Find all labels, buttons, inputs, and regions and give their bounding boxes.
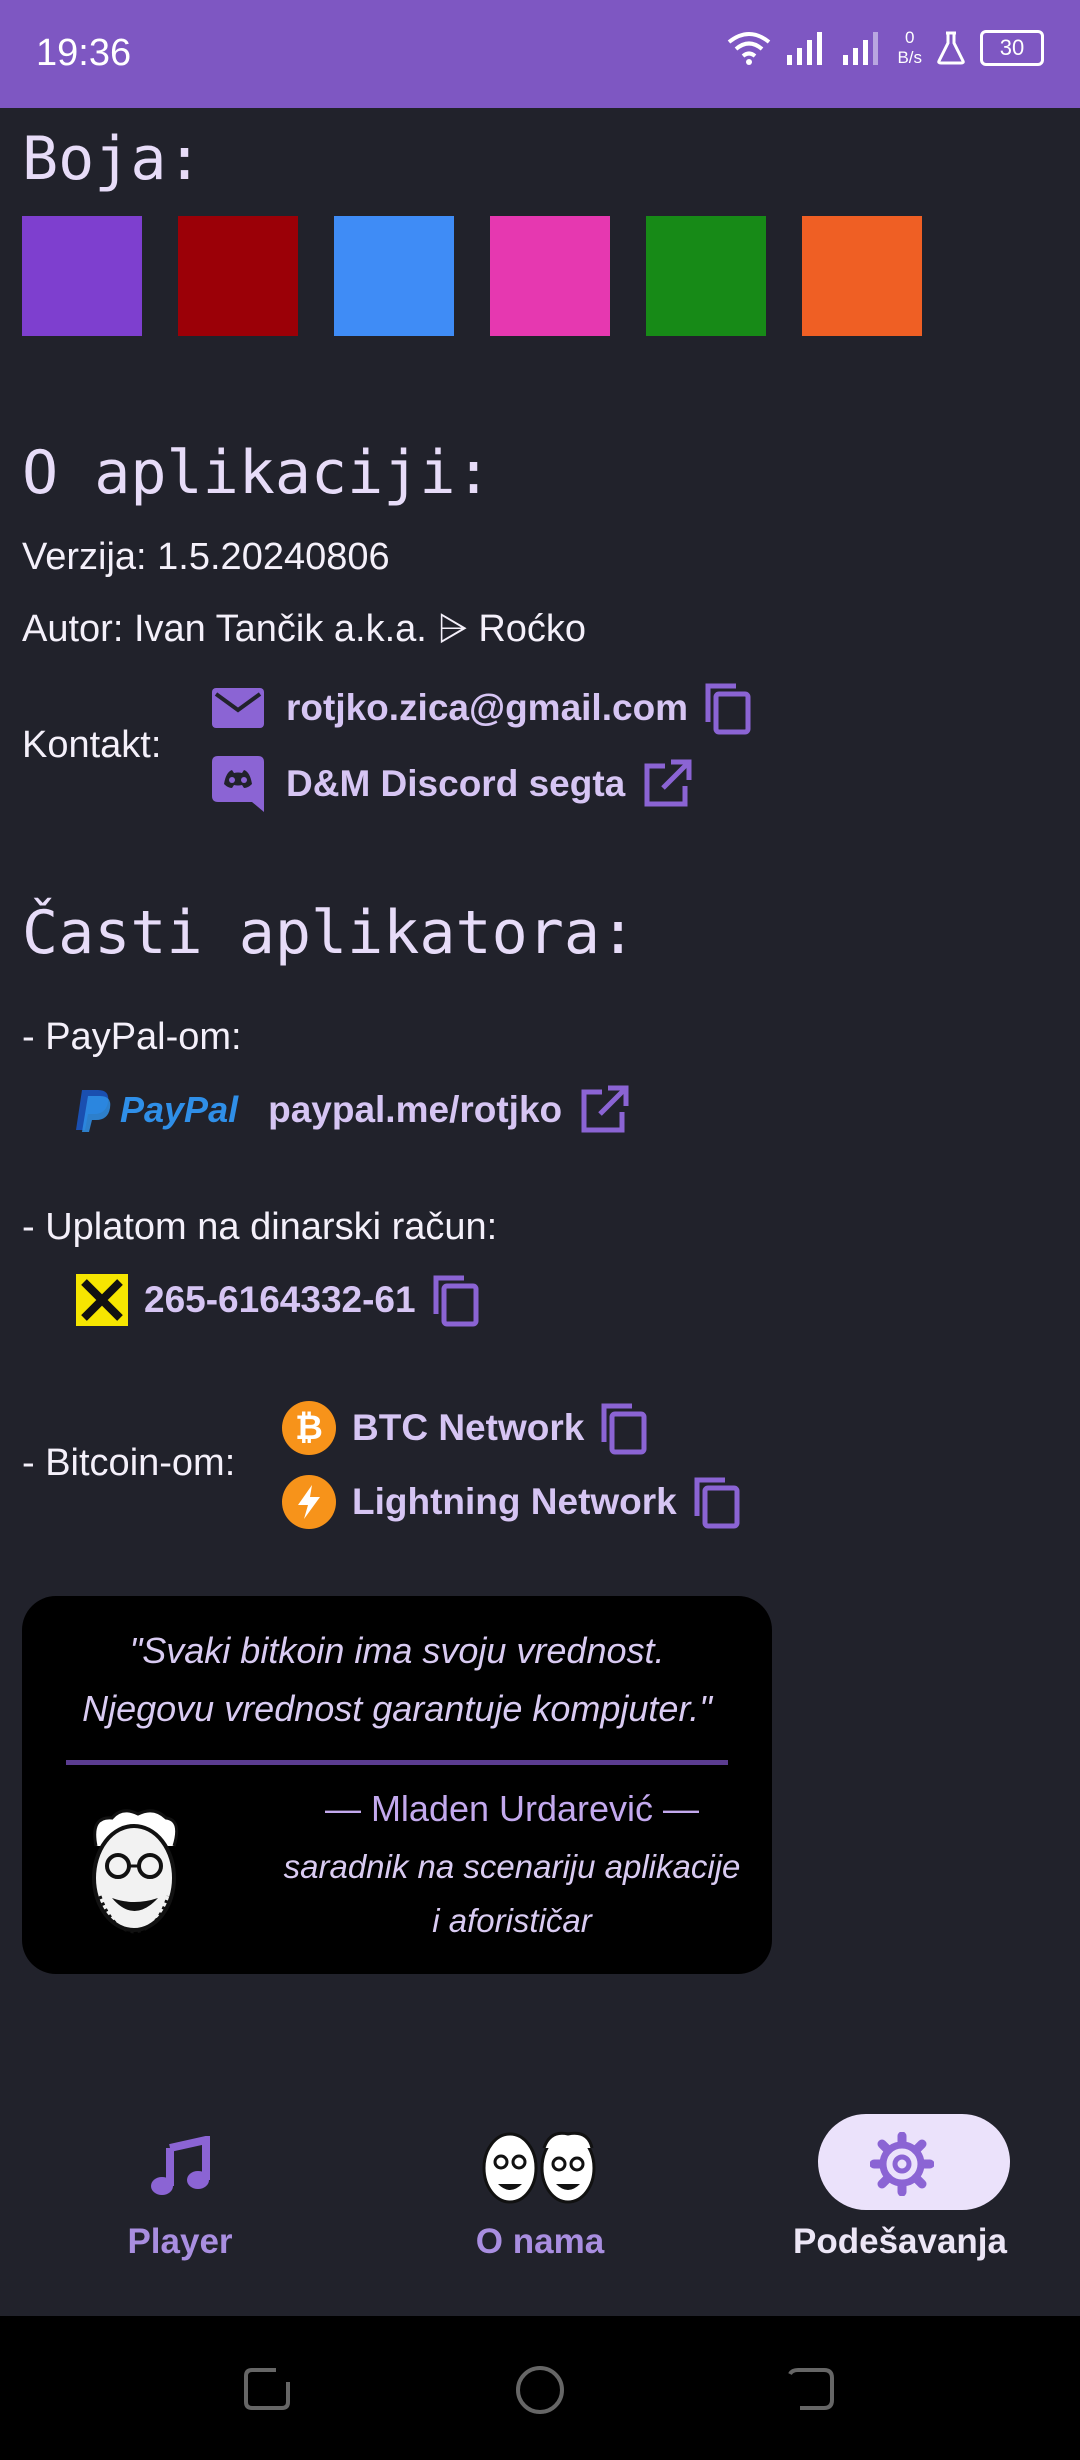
quote-divider [66, 1760, 728, 1765]
btc-network-link[interactable]: BTC Network [352, 1407, 584, 1449]
color-swatch-1[interactable] [22, 216, 142, 336]
nav-player[interactable]: Player [0, 2096, 360, 2316]
email-icon [212, 688, 264, 728]
paypal-logo-icon [76, 1090, 111, 1132]
nav-o-nama[interactable]: O nama [360, 2096, 720, 2316]
email-row: rotjko.zica@gmail.com [212, 680, 752, 736]
contact-label: Kontakt: [22, 724, 162, 766]
copy-icon[interactable] [702, 680, 752, 736]
mladen-caricature-icon [92, 1809, 179, 1934]
raiffeisen-logo-icon [76, 1274, 128, 1326]
status-time: 19:36 [36, 32, 132, 74]
version-text: Verzija: 1.5.20240806 [22, 536, 390, 578]
nav-settings-label: Podešavanja [793, 2222, 1007, 2261]
home-icon[interactable] [514, 2364, 566, 2416]
color-section-title: Boja: [22, 124, 203, 194]
quote-card: "Svaki bitkoin ima svoju vrednost. Njego… [22, 1596, 772, 1974]
paypal-row: PayPal paypal.me/rotjko [74, 1084, 630, 1136]
bank-label: - Uplatom na dinarski račun: [22, 1206, 498, 1248]
discord-link[interactable]: D&M Discord segta [286, 763, 625, 805]
color-swatch-4[interactable] [490, 216, 610, 336]
signal-icon-2 [843, 32, 879, 65]
color-swatch-2[interactable] [178, 216, 298, 336]
color-swatch-3[interactable] [334, 216, 454, 336]
quote-author: — Mladen Urdarević — [324, 1788, 700, 1829]
recents-icon[interactable] [242, 2364, 292, 2414]
email-link[interactable]: rotjko.zica@gmail.com [286, 687, 688, 729]
battery-indicator: 30 [980, 30, 1044, 66]
btc-row: ₿ BTC Network [282, 1400, 648, 1456]
nav-player-label: Player [127, 2222, 233, 2261]
color-swatches [22, 216, 922, 336]
music-note-icon [151, 2136, 210, 2195]
bottom-navigation: Player O nama Podešavanja [0, 2096, 1080, 2316]
copy-icon[interactable] [691, 1474, 741, 1530]
discord-icon [212, 756, 264, 812]
discord-row: D&M Discord segta [212, 756, 693, 812]
lightning-row: Lightning Network [282, 1474, 741, 1530]
signal-icon-1 [787, 32, 823, 65]
color-swatch-6[interactable] [802, 216, 922, 336]
about-section-title: O aplikaciji: [22, 438, 492, 508]
paypal-label: - PayPal-om: [22, 1016, 242, 1058]
lightning-network-link[interactable]: Lightning Network [352, 1481, 677, 1523]
external-link-icon[interactable] [578, 1084, 630, 1136]
status-bar: 19:36 0 B/s 30 [0, 0, 1080, 108]
lightning-icon [282, 1475, 336, 1529]
copy-icon[interactable] [430, 1272, 480, 1328]
quote-author-role: saradnik na scenariju aplikacije i afori… [283, 1848, 741, 1939]
paypal-link[interactable]: paypal.me/rotjko [268, 1089, 562, 1131]
flask-icon [937, 31, 965, 65]
paypal-brand: PayPal [120, 1089, 239, 1130]
status-icons: 0 B/s 30 [727, 28, 1044, 68]
wifi-icon [728, 32, 771, 65]
gear-icon [870, 2132, 934, 2196]
nav-o-nama-label: O nama [475, 2222, 605, 2261]
network-speed: 0 B/s [897, 28, 922, 67]
bank-account-number[interactable]: 265-6164332-61 [144, 1279, 416, 1321]
svg-text:₿: ₿ [295, 1408, 323, 1448]
author-text: Autor: Ivan Tančik a.k.a. ⩥ Roćko [22, 608, 587, 650]
system-navigation-bar [0, 2316, 1080, 2460]
back-icon[interactable] [786, 2364, 836, 2414]
bank-row: 265-6164332-61 [76, 1272, 480, 1328]
copy-icon[interactable] [598, 1400, 648, 1456]
nav-settings[interactable]: Podešavanja [720, 2096, 1080, 2316]
bitcoin-label: - Bitcoin-om: [22, 1442, 236, 1484]
quote-text: "Svaki bitkoin ima svoju vrednost. Njego… [82, 1630, 712, 1729]
bitcoin-icon: ₿ [282, 1401, 336, 1455]
authors-faces-icon [482, 2131, 596, 2204]
color-swatch-5[interactable] [646, 216, 766, 336]
external-link-icon[interactable] [641, 758, 693, 810]
donate-section-title: Časti aplikatora: [22, 898, 637, 968]
